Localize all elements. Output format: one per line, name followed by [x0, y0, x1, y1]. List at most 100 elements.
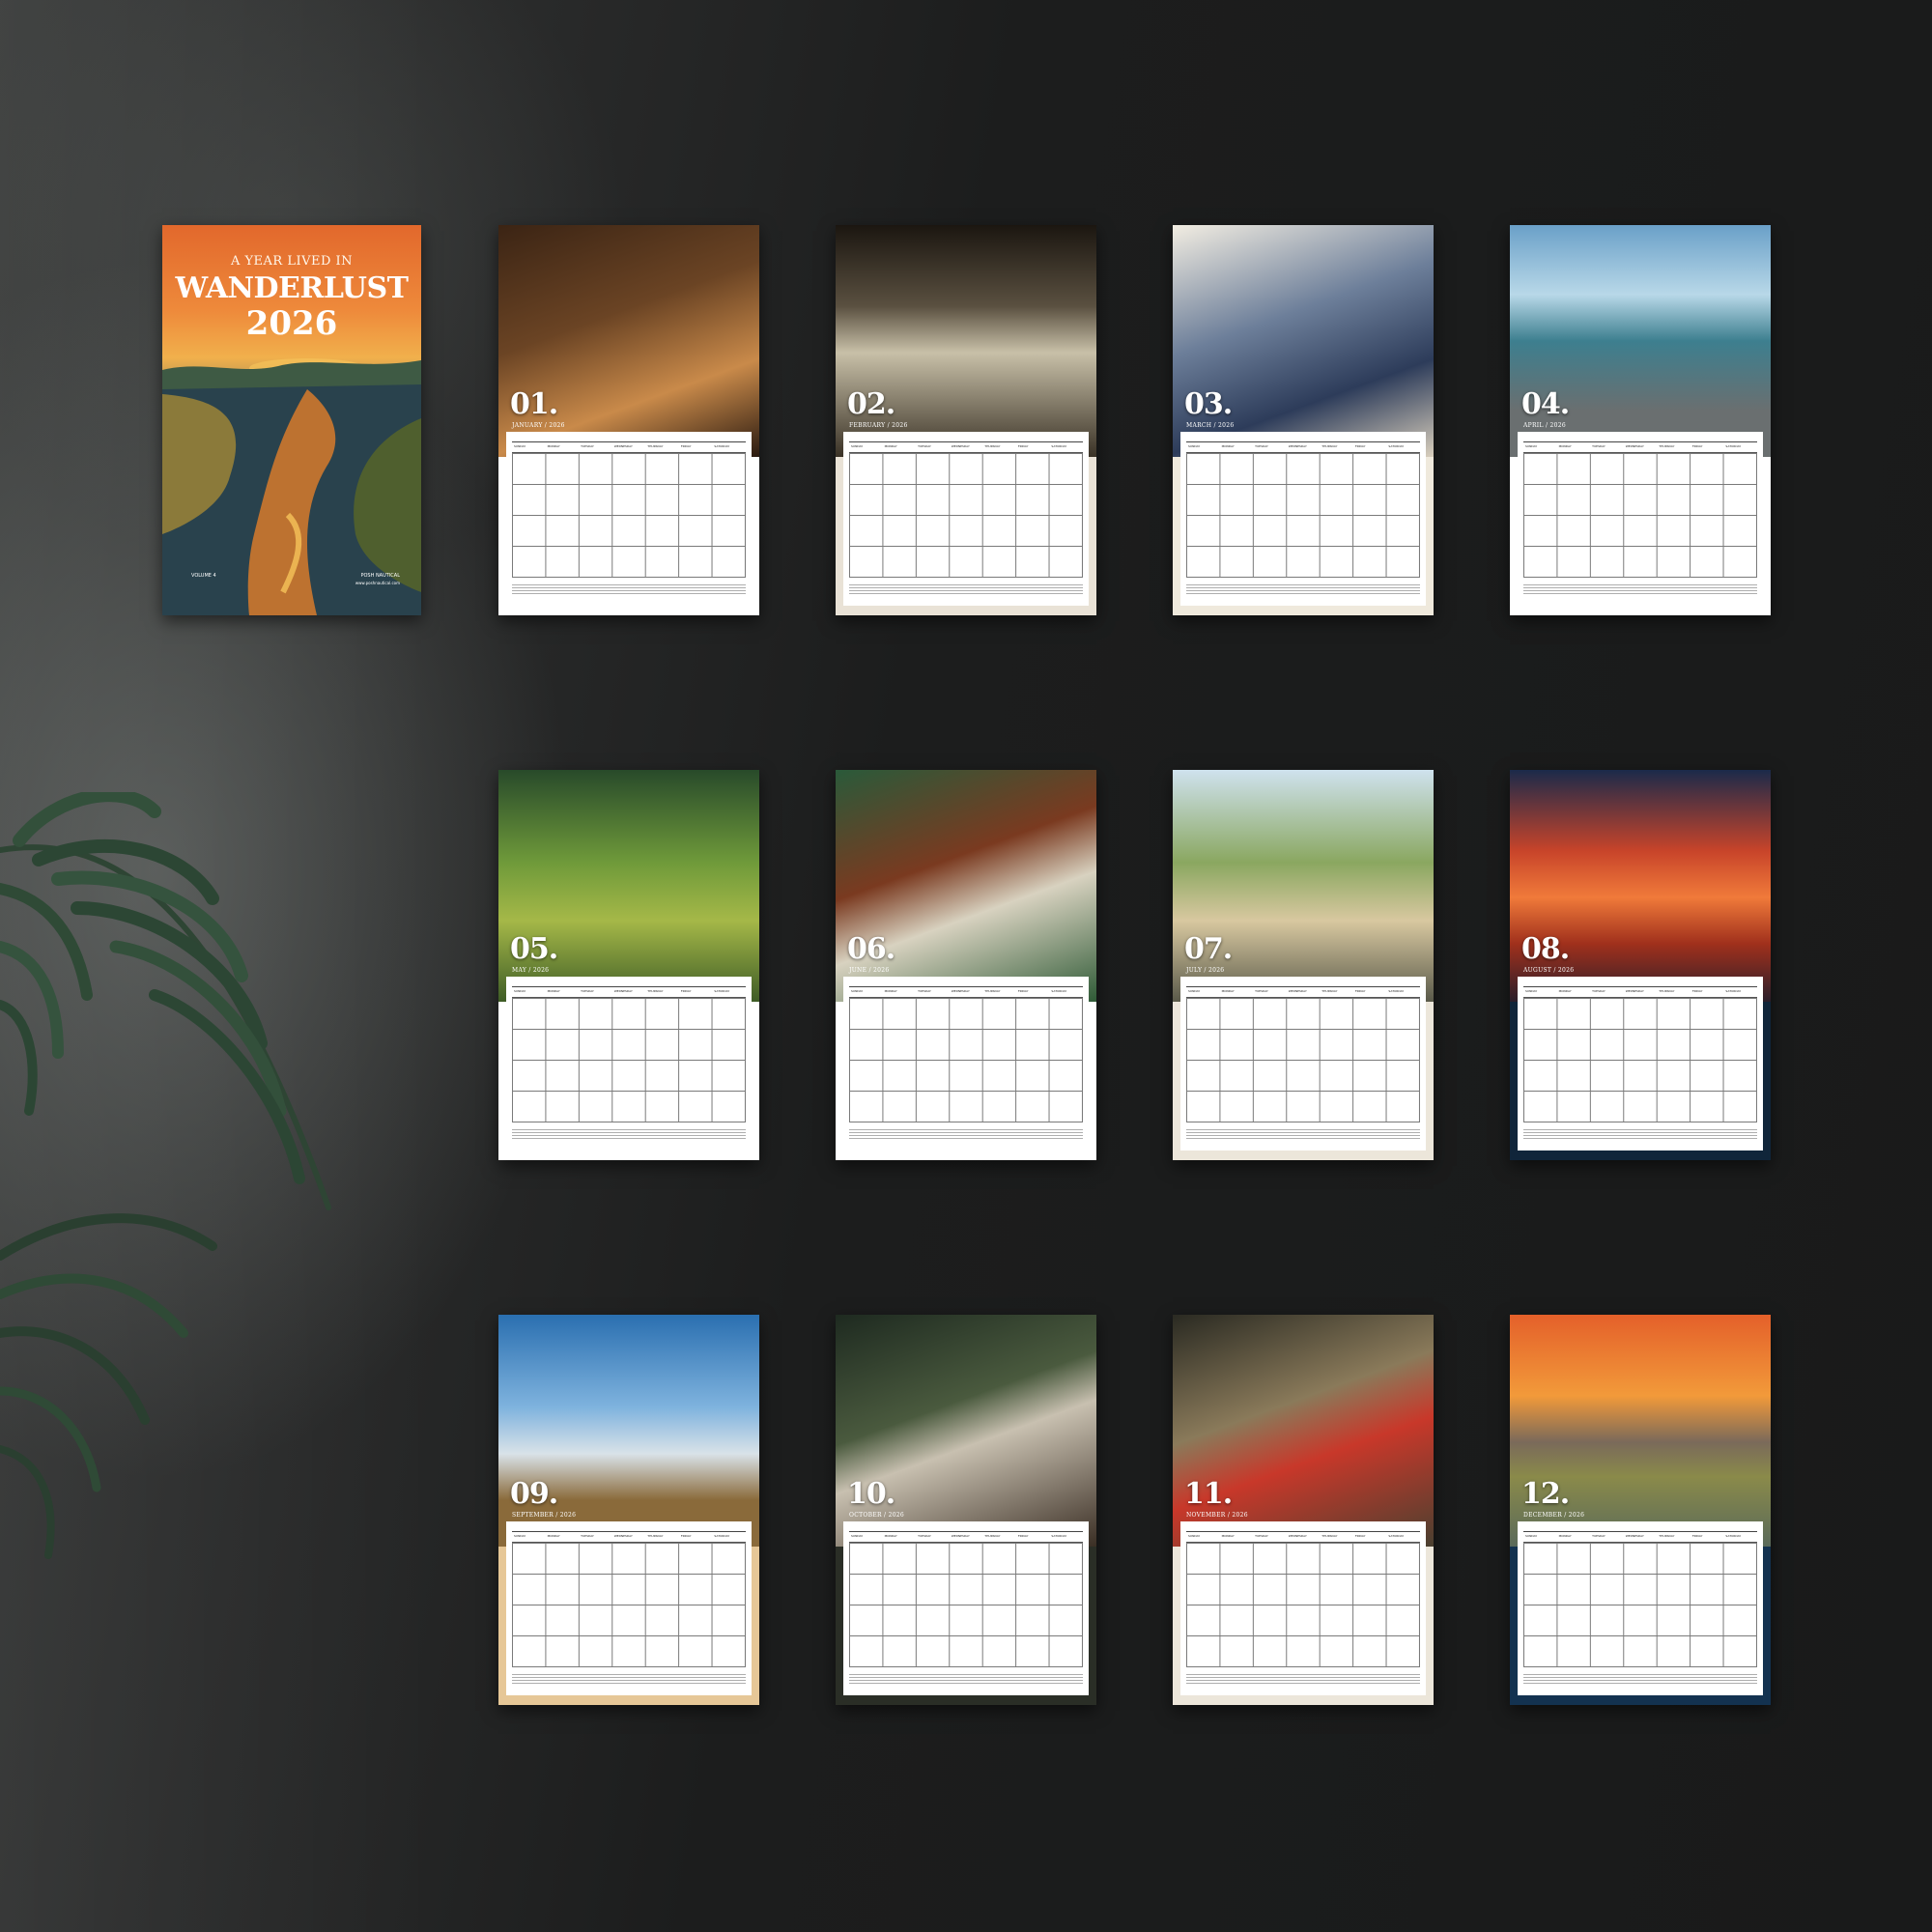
weekday-label: SATURDAY	[1725, 989, 1742, 993]
weekday-label: SUNDAY	[1188, 1534, 1201, 1538]
calendar-grid: SUNDAY MONDAY TUESDAY WEDNESDAY THURSDAY FRID…	[849, 1531, 1083, 1667]
weekday-label: WEDNESDAY	[1288, 989, 1307, 993]
month-number: 11.	[1184, 1477, 1233, 1511]
weekday-label: THURSDAY	[647, 444, 664, 448]
calendar-page: 10. OCTOBER / 2026 SUNDAY MONDAY TUESDAY WEDN…	[836, 1315, 1096, 1705]
weekday-label: FRIDAY	[1691, 989, 1703, 993]
calendar-sheet: SUNDAY MONDAY TUESDAY WEDNESDAY THURSDAY FRID…	[1180, 977, 1426, 1151]
quote-text-block	[849, 1672, 1083, 1686]
cover-url: www.poshnautical.com	[355, 581, 400, 585]
month-number: 06.	[847, 932, 895, 966]
calendar-grid: SUNDAY MONDAY TUESDAY WEDNESDAY THURSDAY FRID…	[1523, 441, 1757, 578]
day-cells	[1186, 1543, 1420, 1667]
calendar-sheet: SUNDAY MONDAY TUESDAY WEDNESDAY THURSDAY FRID…	[1180, 432, 1426, 606]
weekday-label: SATURDAY	[714, 1534, 730, 1538]
weekday-label: FRIDAY	[680, 1534, 692, 1538]
month-number: 04.	[1521, 387, 1570, 421]
month-label: FEBRUARY / 2026	[849, 422, 908, 429]
weekday-label: FRIDAY	[1691, 1534, 1703, 1538]
calendar-page: 06. JUNE / 2026 SUNDAY MONDAY TUESDAY WEDNESD…	[836, 770, 1096, 1160]
cover-publisher: POSH NAUTICAL	[360, 573, 400, 579]
quote-text-block	[512, 582, 746, 596]
weekday-label: WEDNESDAY	[613, 444, 633, 448]
weekday-label: SATURDAY	[1388, 444, 1405, 448]
calendar-sheet: SUNDAY MONDAY TUESDAY WEDNESDAY THURSDAY FRID…	[1518, 1521, 1763, 1695]
weekday-header: SUNDAY MONDAY TUESDAY WEDNESDAY THURSDAY FRID…	[512, 1532, 746, 1543]
weekday-label: TUESDAY	[1255, 1534, 1268, 1538]
weekday-label: SUNDAY	[1525, 989, 1538, 993]
weekday-label: MONDAY	[884, 444, 897, 448]
weekday-label: SUNDAY	[514, 1534, 526, 1538]
calendar-cover: A YEAR LIVED IN WANDERLUST 2026 VOLUME 4…	[162, 225, 421, 615]
quote-text-block	[1186, 1127, 1420, 1141]
weekday-label: SATURDAY	[1051, 989, 1067, 993]
weekday-header: SUNDAY MONDAY TUESDAY WEDNESDAY THURSDAY FRID…	[849, 1532, 1083, 1543]
weekday-label: MONDAY	[1558, 989, 1572, 993]
weekday-header: SUNDAY MONDAY TUESDAY WEDNESDAY THURSDAY FRID…	[1523, 1532, 1757, 1543]
weekday-label: THURSDAY	[1321, 989, 1338, 993]
day-cells	[512, 453, 746, 578]
month-label: OCTOBER / 2026	[849, 1512, 905, 1519]
weekday-label: SUNDAY	[851, 989, 864, 993]
weekday-label: TUESDAY	[1592, 444, 1605, 448]
cover-title: WANDERLUST	[175, 271, 409, 305]
weekday-label: FRIDAY	[680, 444, 692, 448]
month-label: SEPTEMBER / 2026	[512, 1512, 577, 1519]
month-number: 01.	[510, 387, 558, 421]
quote-text-block	[512, 1672, 746, 1686]
calendar-grid: SUNDAY MONDAY TUESDAY WEDNESDAY THURSDAY FRID…	[512, 441, 746, 578]
calendar-page: 07. JULY / 2026 SUNDAY MONDAY TUESDAY WEDNESD…	[1173, 770, 1434, 1160]
calendar-page: 12. DECEMBER / 2026 SUNDAY MONDAY TUESDAY WED…	[1510, 1315, 1771, 1705]
weekday-header: SUNDAY MONDAY TUESDAY WEDNESDAY THURSDAY FRID…	[512, 442, 746, 453]
calendar-page: 05. MAY / 2026 SUNDAY MONDAY TUESDAY WEDNESDA…	[498, 770, 759, 1160]
weekday-label: MONDAY	[547, 989, 560, 993]
month-number: 10.	[847, 1477, 895, 1511]
quote-text-block	[1186, 1672, 1420, 1686]
calendar-sheet: SUNDAY MONDAY TUESDAY WEDNESDAY THURSDAY FRID…	[843, 1521, 1089, 1695]
weekday-label: THURSDAY	[984, 444, 1001, 448]
weekday-label: THURSDAY	[984, 989, 1001, 993]
day-cells	[1523, 453, 1757, 578]
day-cells	[1523, 1543, 1757, 1667]
quote-text-block	[1186, 582, 1420, 596]
weekday-header: SUNDAY MONDAY TUESDAY WEDNESDAY THURSDAY FRID…	[1186, 442, 1420, 453]
weekday-label: MONDAY	[884, 1534, 897, 1538]
weekday-label: SUNDAY	[851, 1534, 864, 1538]
cover-volume: VOLUME 4	[191, 573, 216, 579]
weekday-header: SUNDAY MONDAY TUESDAY WEDNESDAY THURSDAY FRID…	[1523, 442, 1757, 453]
weekday-label: TUESDAY	[1255, 989, 1268, 993]
weekday-label: WEDNESDAY	[613, 1534, 633, 1538]
calendar-grid: SUNDAY MONDAY TUESDAY WEDNESDAY THURSDAY FRID…	[512, 986, 746, 1122]
weekday-label: THURSDAY	[984, 1534, 1001, 1538]
calendar-grid: SUNDAY MONDAY TUESDAY WEDNESDAY THURSDAY FRID…	[1186, 441, 1420, 578]
calendar-grid: SUNDAY MONDAY TUESDAY WEDNESDAY THURSDAY FRID…	[1186, 986, 1420, 1122]
calendar-sheet: SUNDAY MONDAY TUESDAY WEDNESDAY THURSDAY FRID…	[1518, 432, 1763, 606]
weekday-label: SATURDAY	[1725, 1534, 1742, 1538]
month-label: MAY / 2026	[512, 967, 550, 974]
weekday-label: MONDAY	[1558, 444, 1572, 448]
weekday-label: FRIDAY	[1354, 1534, 1366, 1538]
calendar-page: 09. SEPTEMBER / 2026 SUNDAY MONDAY TUESDAY WE…	[498, 1315, 759, 1705]
weekday-label: SATURDAY	[1388, 1534, 1405, 1538]
month-number: 02.	[847, 387, 895, 421]
month-number: 07.	[1184, 932, 1233, 966]
weekday-label: SATURDAY	[1051, 444, 1067, 448]
weekday-label: MONDAY	[884, 989, 897, 993]
weekday-label: THURSDAY	[647, 989, 664, 993]
calendar-grid: SUNDAY MONDAY TUESDAY WEDNESDAY THURSDAY FRID…	[849, 441, 1083, 578]
weekday-label: THURSDAY	[647, 1534, 664, 1538]
weekday-label: THURSDAY	[1659, 989, 1675, 993]
calendar-page: 08. AUGUST / 2026 SUNDAY MONDAY TUESDAY WEDNE…	[1510, 770, 1771, 1160]
weekday-label: TUESDAY	[581, 444, 594, 448]
weekday-label: SUNDAY	[1525, 444, 1538, 448]
weekday-label: THURSDAY	[1659, 444, 1675, 448]
weekday-label: TUESDAY	[581, 1534, 594, 1538]
weekday-header: SUNDAY MONDAY TUESDAY WEDNESDAY THURSDAY FRID…	[849, 987, 1083, 998]
month-label: JULY / 2026	[1186, 967, 1225, 974]
quote-text-block	[512, 1127, 746, 1141]
quote-text-block	[1523, 1672, 1757, 1686]
weekday-label: MONDAY	[547, 1534, 560, 1538]
quote-text-block	[1523, 582, 1757, 596]
month-label: JANUARY / 2026	[512, 422, 565, 429]
weekday-label: WEDNESDAY	[613, 989, 633, 993]
